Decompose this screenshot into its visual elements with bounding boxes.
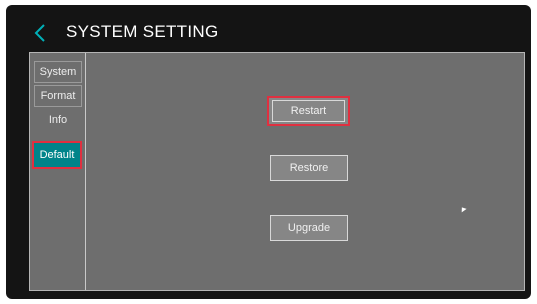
tab-system[interactable]: System — [34, 61, 82, 83]
mouse-pointer-icon — [459, 205, 467, 213]
tab-format[interactable]: Format — [34, 85, 82, 107]
settings-panel: System Format Info Default Restart Resto… — [29, 52, 525, 291]
upgrade-button[interactable]: Upgrade — [270, 215, 348, 241]
tab-info[interactable]: Info — [34, 109, 82, 131]
page-title: SYSTEM SETTING — [66, 22, 219, 41]
restore-button[interactable]: Restore — [270, 155, 348, 181]
sidebar: System Format Info Default — [30, 53, 86, 290]
device-screen: SYSTEM SETTING System Format Info Defaul… — [6, 5, 531, 299]
tab-default[interactable]: Default — [32, 141, 82, 169]
restart-button-label: Restart — [272, 100, 345, 122]
chevron-left-icon — [34, 24, 45, 42]
back-button[interactable] — [30, 19, 50, 47]
restart-button[interactable]: Restart — [267, 96, 350, 126]
